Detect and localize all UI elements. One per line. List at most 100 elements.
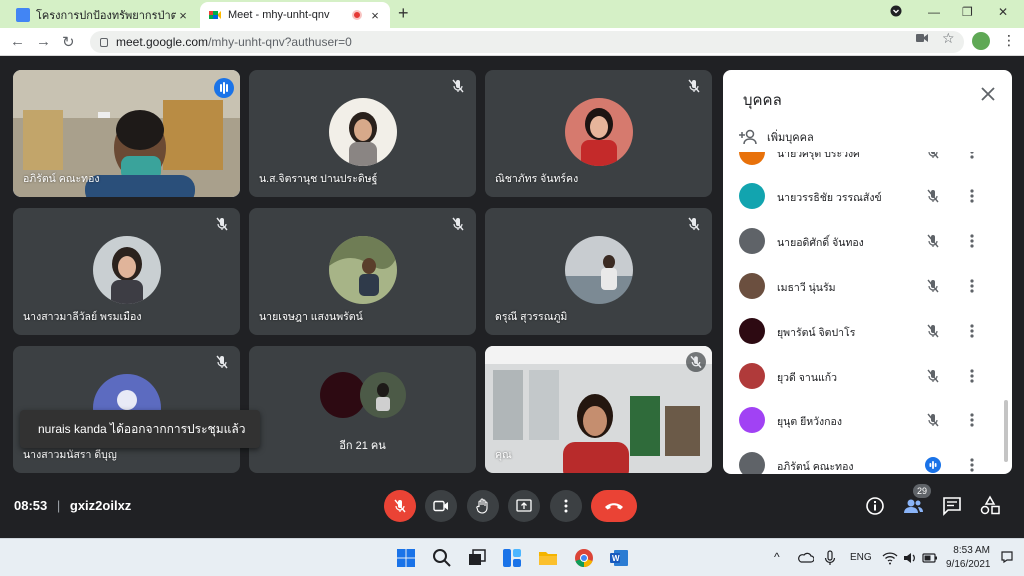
participant-row[interactable]: อภิรัตน์ คณะทอง: [723, 443, 1012, 474]
restore-window-icon[interactable]: ❐: [962, 5, 973, 19]
mic-off-icon[interactable]: [925, 188, 941, 204]
more-vert-icon[interactable]: [969, 457, 975, 473]
browser-tab-meet[interactable]: Meet - mhy-unht-qnv ×: [200, 2, 390, 28]
mic-off-icon[interactable]: [925, 368, 941, 384]
more-participants-tile[interactable]: อีก 21 คน: [249, 346, 476, 473]
forward-arrow-icon[interactable]: →: [36, 33, 51, 50]
notifications-icon[interactable]: [1000, 550, 1014, 564]
close-panel-icon[interactable]: [980, 86, 996, 102]
more-vert-icon[interactable]: [969, 368, 975, 384]
participant-tile[interactable]: ดรุณี สุวรรณภูมิ: [485, 208, 712, 335]
add-people-button[interactable]: เพิ่มบุคคล: [739, 128, 814, 146]
participant-tile[interactable]: นางสาวมาลีวัลย์ พรมเมือง: [13, 208, 240, 335]
profile-avatar[interactable]: [972, 32, 990, 50]
participant-row[interactable]: ยุนุต ยีหวังกอง: [723, 398, 1012, 442]
present-screen-button[interactable]: [508, 490, 540, 522]
meeting-details-info-icon[interactable]: [864, 495, 886, 517]
microphone-in-use-icon[interactable]: [822, 550, 838, 566]
present-icon: [516, 499, 532, 512]
people-icon[interactable]: [902, 495, 924, 517]
mic-off-icon[interactable]: [925, 412, 941, 428]
task-view-icon[interactable]: [467, 548, 487, 568]
avatar: [92, 236, 161, 304]
new-tab-button[interactable]: +: [398, 3, 409, 24]
more-vert-icon[interactable]: [969, 152, 975, 160]
participant-row[interactable]: ยุวดี จานแก้ว: [723, 354, 1012, 398]
more-options-button[interactable]: [550, 490, 582, 522]
notification-toast: nurais kanda ได้ออกจากการประชุมแล้ว: [20, 410, 260, 448]
browser-menu-icon[interactable]: ⋮: [1002, 32, 1016, 49]
more-vert-icon[interactable]: [969, 188, 975, 204]
raise-hand-button[interactable]: [467, 490, 499, 522]
more-vert-icon[interactable]: [969, 412, 975, 428]
minimize-window-icon[interactable]: —: [928, 5, 940, 19]
more-vert-icon[interactable]: [969, 323, 975, 339]
tab-search-icon[interactable]: [890, 5, 902, 20]
search-icon[interactable]: [432, 548, 452, 568]
participant-name: ณิชาภัทร จันทร์คง: [495, 173, 579, 185]
camera-toggle-button[interactable]: [425, 490, 457, 522]
avatar: [328, 98, 397, 166]
participant-row[interactable]: นายวรรธิชัย วรรณสังข์: [723, 174, 1012, 218]
end-call-button[interactable]: [591, 490, 637, 522]
battery-icon[interactable]: [922, 550, 938, 566]
mic-off-icon: [452, 217, 464, 231]
participant-name: เมธาวี นุ่นรัม: [777, 282, 836, 294]
address-bar[interactable]: meet.google.com/mhy-unht-qnv?authuser=0: [90, 31, 964, 53]
participant-row[interactable]: นายอดิศักดิ์ จันทอง: [723, 219, 1012, 263]
browser-tab-project[interactable]: โครงการปกป้องทรัพยากรป่าตะเคียนทอง ×: [8, 2, 198, 28]
meeting-clock: 08:53: [14, 498, 48, 513]
windows-start-icon[interactable]: [396, 548, 416, 568]
avatar: [564, 236, 633, 304]
hand-icon: [476, 498, 488, 514]
mic-off-icon: [216, 217, 228, 231]
browser-tab-strip: โครงการปกป้องทรัพยากรป่าตะเคียนทอง × Mee…: [0, 0, 1024, 28]
tab-title: Meet - mhy-unht-qnv: [228, 9, 330, 21]
more-vert-icon[interactable]: [969, 233, 975, 249]
participant-tile[interactable]: ณิชาภัทร จันทร์คง: [485, 70, 712, 197]
onedrive-icon[interactable]: [798, 550, 814, 566]
input-language[interactable]: ENG: [850, 552, 872, 563]
participant-list[interactable]: นายวิศรุต ประวงศ์ นายวรรธิชัย วรรณสังข์ นา…: [723, 152, 1012, 474]
wifi-icon[interactable]: [882, 550, 898, 566]
avatar: [739, 318, 765, 344]
participant-row[interactable]: ยุพารัตน์ จิตปาโร: [723, 309, 1012, 353]
participant-row[interactable]: นายวิศรุต ประวงศ์: [723, 152, 1012, 174]
participant-name: นางสาวมาลีวัลย์ พรมเมือง: [23, 311, 142, 323]
chat-icon[interactable]: [941, 495, 963, 517]
file-explorer-icon[interactable]: [538, 548, 558, 568]
self-view-tile[interactable]: คุณ: [485, 346, 712, 473]
activities-icon[interactable]: [979, 495, 1001, 517]
reload-icon[interactable]: ↻: [62, 33, 75, 51]
back-arrow-icon[interactable]: ←: [10, 33, 25, 50]
participant-tile[interactable]: น.ส.จิตรานุช ปานประดิษฐ์: [249, 70, 476, 197]
bookmark-star-icon[interactable]: ☆: [942, 30, 955, 47]
participant-tile[interactable]: นายเจษฎา แสงนพรัตน์: [249, 208, 476, 335]
mic-off-icon[interactable]: [925, 323, 941, 339]
close-tab-icon[interactable]: ×: [176, 8, 190, 23]
taskbar-clock[interactable]: 8:53 AM: [950, 545, 990, 556]
panel-scrollbar[interactable]: [1004, 400, 1008, 462]
participant-row[interactable]: เมธาวี นุ่นรัม: [723, 264, 1012, 308]
avatar: [564, 98, 633, 166]
mic-off-icon[interactable]: [925, 152, 941, 160]
microphone-toggle-button[interactable]: [384, 490, 416, 522]
mic-off-icon: [394, 499, 406, 513]
word-icon[interactable]: W: [609, 548, 629, 568]
show-hidden-icons-icon[interactable]: ^: [774, 550, 780, 564]
taskbar-date[interactable]: 9/16/2021: [946, 559, 991, 570]
camera-in-use-icon[interactable]: [916, 32, 928, 46]
add-people-label: เพิ่มบุคคล: [767, 132, 814, 144]
chrome-icon[interactable]: [574, 548, 594, 568]
widgets-icon[interactable]: [502, 548, 522, 568]
participant-tile[interactable]: อภิรัตน์ คณะทอง: [13, 70, 240, 197]
mic-off-icon[interactable]: [925, 278, 941, 294]
close-window-icon[interactable]: ✕: [998, 5, 1008, 19]
volume-icon[interactable]: [902, 550, 918, 566]
close-tab-icon[interactable]: ×: [368, 8, 382, 23]
more-vert-icon[interactable]: [969, 278, 975, 294]
people-panel: บุคคล เพิ่มบุคคล นายวิศรุต ประวงศ์ นายวรร…: [723, 70, 1012, 474]
mic-off-icon[interactable]: [925, 233, 941, 249]
avatar: [739, 183, 765, 209]
participant-name: อภิรัตน์ คณะทอง: [23, 173, 100, 185]
